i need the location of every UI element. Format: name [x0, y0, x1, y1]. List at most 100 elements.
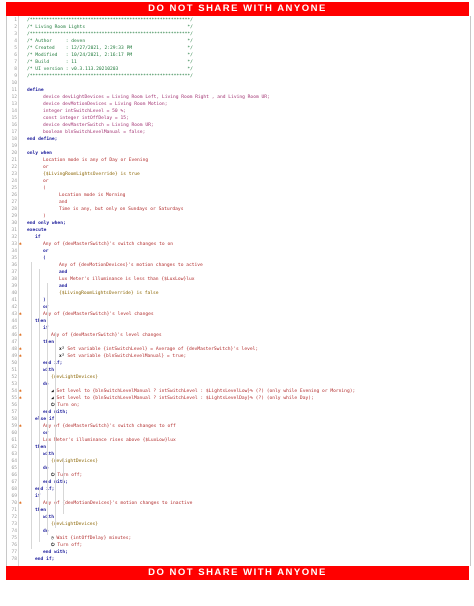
code-line[interactable]: 78 end if; [7, 556, 470, 563]
code-line[interactable]: 17 boolean blnSwitchLevelManual = false; [7, 129, 470, 136]
code-line[interactable]: 28 Time is any, but only on Sundays or Sa… [7, 206, 470, 213]
code-line[interactable]: 68 end if; [7, 486, 470, 493]
line-number: 9 [14, 74, 17, 79]
code-line[interactable]: 61 Lux Meter's illuminance rises above {$… [7, 437, 470, 444]
code-line[interactable]: 20 only when [7, 150, 470, 157]
code-line[interactable]: 58 else if [7, 416, 470, 423]
code-line[interactable]: 66 ⏻ Turn off; [7, 472, 470, 479]
code-line[interactable]: 30 end only when; [7, 220, 470, 227]
code-line[interactable]: 34 or [7, 248, 470, 255]
code-line[interactable]: 22 or [7, 164, 470, 171]
code-line[interactable]: 18 end define; [7, 136, 470, 143]
code-line[interactable]: 70 ✱ Any of {devMotionDevices}'s motion ch… [7, 500, 470, 507]
code-line[interactable]: 37 and [7, 269, 470, 276]
code-line[interactable]: 39 and [7, 283, 470, 290]
code-line[interactable]: 60 or [7, 430, 470, 437]
code-line[interactable]: 62 then [7, 444, 470, 451]
code-line[interactable]: 33 ✱ Any of {devMasterSwitch}'s switch cha… [7, 241, 470, 248]
code-line[interactable]: 35 ( [7, 255, 470, 262]
code-line[interactable]: 46 ✱ Any of {devMasterSwitch}'s level chan… [7, 332, 470, 339]
code-line[interactable]: 67 end with; [7, 479, 470, 486]
code-line[interactable]: 15 const integer intOffDelay = 15; [7, 115, 470, 122]
code-line[interactable]: 25 ( [7, 185, 470, 192]
code-line[interactable]: 14 integer intSwitchLevel = 50 %; [7, 108, 470, 115]
code-line[interactable]: 3 /**************************************… [7, 31, 470, 38]
code-line[interactable]: 21 Location mode is any of Day or Evening [7, 157, 470, 164]
code-line[interactable]: 26 Location mode is Morning [7, 192, 470, 199]
gear-icon[interactable]: ✱ [19, 500, 27, 507]
code-line[interactable]: 41) [7, 297, 470, 304]
code-line[interactable]: 73 {devLightDevices} [7, 521, 470, 528]
code-text: ( [43, 256, 46, 261]
code-text: {$LivingRoomLightsOverride} is false [59, 291, 159, 296]
gear-icon[interactable]: ✱ [19, 241, 27, 248]
code-line[interactable]: 52 {devLightDevices} [7, 374, 470, 381]
code-line[interactable]: 76 ⏻ Turn off; [7, 542, 470, 549]
code-line[interactable]: 27 and [7, 199, 470, 206]
code-line[interactable]: 59 ✱ Any of {devMasterSwitch}'s switch cha… [7, 423, 470, 430]
code-line[interactable]: 56 ⏻ Turn on; [7, 402, 470, 409]
code-line[interactable]: 54 ✱ ◢ Set level to {blnSwitchLevelManual … [7, 388, 470, 395]
code-line[interactable]: 44 then [7, 318, 470, 325]
line-number: 35 [11, 256, 17, 261]
code-line[interactable]: 8 /* UI version : v0.3.113.20210203 */ [7, 66, 470, 73]
gear-icon[interactable]: ✱ [19, 311, 27, 318]
code-line[interactable]: 48 ✱ x² Set variable {intSwitchLevel} = Av… [7, 346, 470, 353]
code-line[interactable]: 13 device devMotionDevices = Living Room … [7, 101, 470, 108]
code-line[interactable]: 5 /* Created : 12/27/2021, 2:29:33 PM */ [7, 45, 470, 52]
code-line[interactable]: 6 /* Modified : 10/24/2021, 2:16:17 PM */ [7, 52, 470, 59]
gear-icon[interactable]: ✱ [19, 353, 27, 360]
code-line[interactable]: 65 do [7, 465, 470, 472]
code-line[interactable]: 74 do [7, 528, 470, 535]
gear-icon[interactable]: ✱ [19, 346, 27, 353]
gear-icon[interactable]: ✱ [19, 332, 27, 339]
code-line[interactable]: 57 end with; [7, 409, 470, 416]
gear-icon[interactable]: ✱ [19, 395, 27, 402]
code-line[interactable]: 16 device devMasterSwitch = Living Room U… [7, 122, 470, 129]
code-line[interactable]: 43 ✱ Any of {devMasterSwitch}'s level chan… [7, 311, 470, 318]
code-line[interactable]: 55 ✱ ◢ Set level to {blnSwitchLevelManual … [7, 395, 470, 402]
line-number: 15 [11, 116, 17, 121]
code-line[interactable]: 42 or [7, 304, 470, 311]
code-line[interactable]: 9 /**************************************… [7, 73, 470, 80]
code-line[interactable]: 71 then [7, 507, 470, 514]
line-number: 66 [11, 473, 17, 478]
code-line[interactable]: 45 if [7, 325, 470, 332]
code-line[interactable]: 69 if [7, 493, 470, 500]
gear-icon[interactable]: ✱ [19, 388, 27, 395]
code-line[interactable]: 10 [7, 80, 470, 87]
code-line[interactable]: 32 if [7, 234, 470, 241]
code-line[interactable]: 75 ◷ Wait {intOffDelay} minutes; [7, 535, 470, 542]
code-line[interactable]: 63 with [7, 451, 470, 458]
code-line[interactable]: 77 end with; [7, 549, 470, 556]
code-line[interactable]: 29) [7, 213, 470, 220]
code-text: end if; [35, 487, 55, 492]
code-line[interactable]: 2 /* Living Room Lights */ [7, 24, 470, 31]
code-line[interactable]: 23 {$LivingRoomLightsOverride} is true [7, 171, 470, 178]
code-line[interactable]: 51 with [7, 367, 470, 374]
warning-banner-top: DO NOT SHARE WITH ANYONE [6, 2, 469, 16]
code-line[interactable]: 38 Lux Meter's illuminance is less than {… [7, 276, 470, 283]
code-line[interactable]: 64 {devLightDevices} [7, 458, 470, 465]
code-line[interactable]: 31 execute [7, 227, 470, 234]
code-line[interactable]: 47 then [7, 339, 470, 346]
code-line[interactable]: 53 do [7, 381, 470, 388]
code-line[interactable]: 72 with [7, 514, 470, 521]
code-line[interactable]: 11 define [7, 87, 470, 94]
code-text: /***************************************… [27, 18, 193, 23]
code-line[interactable]: 7 /* Build : 11 */ [7, 59, 470, 66]
code-line[interactable]: 12 device devLightDevices = Living Room L… [7, 94, 470, 101]
code-statement: and [27, 283, 468, 290]
code-line[interactable]: 36 Any of {devMotionDevices}'s motion cha… [7, 262, 470, 269]
code-line[interactable]: 4 /* Author : deven */ [7, 38, 470, 45]
code-line[interactable]: 49 ✱ x² Set variable {blnSwitchLevelManual… [7, 353, 470, 360]
code-line[interactable]: 50 end if; [7, 360, 470, 367]
code-line[interactable]: 1 /**************************************… [7, 17, 470, 24]
code-line[interactable]: 19 [7, 143, 470, 150]
gear-icon[interactable]: ✱ [19, 423, 27, 430]
code-statement: Any of {devMotionDevices}'s motion chang… [27, 262, 468, 269]
code-line[interactable]: 24 or [7, 178, 470, 185]
code-line[interactable]: 40 {$LivingRoomLightsOverride} is false [7, 290, 470, 297]
line-number: 73 [11, 522, 17, 527]
code-editor[interactable]: 1 /**************************************… [6, 16, 471, 566]
